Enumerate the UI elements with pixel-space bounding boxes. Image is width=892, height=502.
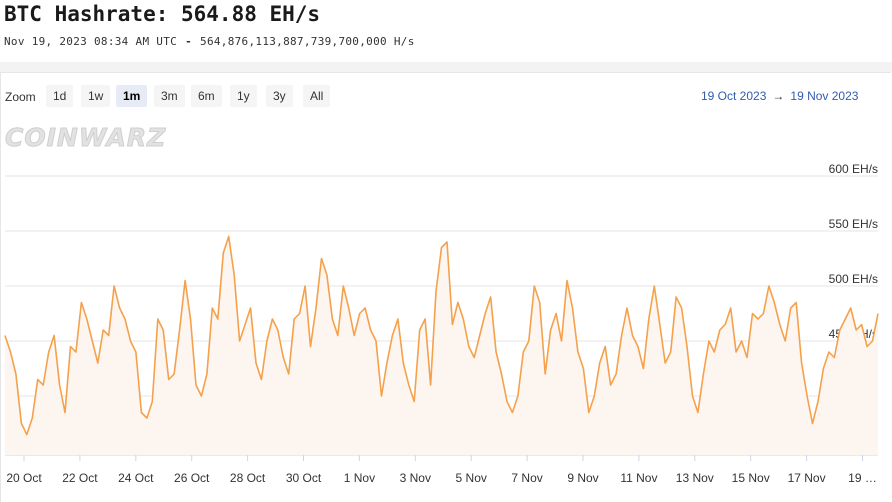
x-tick-label: 5 Nov bbox=[456, 471, 487, 485]
x-tick-label: 28 Oct bbox=[230, 471, 266, 485]
x-tick-label: 7 Nov bbox=[511, 471, 542, 485]
series-area bbox=[5, 236, 878, 455]
x-tick-label: 9 Nov bbox=[567, 471, 598, 485]
x-tick-label: 26 Oct bbox=[174, 471, 210, 485]
x-tick-label: 17 Nov bbox=[788, 471, 826, 485]
x-tick-label: 22 Oct bbox=[62, 471, 98, 485]
x-tick-label: 1 Nov bbox=[344, 471, 375, 485]
x-tick-label: 30 Oct bbox=[286, 471, 322, 485]
y-tick-label: 500 EH/s bbox=[829, 272, 878, 286]
x-tick-label: 3 Nov bbox=[400, 471, 431, 485]
x-tick-label: 24 Oct bbox=[118, 471, 154, 485]
x-tick-label: 13 Nov bbox=[676, 471, 714, 485]
hashrate-chart: 600 EH/s550 EH/s500 EH/s450 EH/s400 EH/s… bbox=[4, 162, 879, 485]
y-tick-label: 550 EH/s bbox=[829, 217, 878, 231]
x-tick-label: 19 … bbox=[848, 471, 877, 485]
x-tick-label: 20 Oct bbox=[6, 471, 42, 485]
y-tick-label: 600 EH/s bbox=[829, 162, 878, 176]
x-tick-label: 15 Nov bbox=[732, 471, 770, 485]
x-tick-label: 11 Nov bbox=[620, 471, 657, 485]
